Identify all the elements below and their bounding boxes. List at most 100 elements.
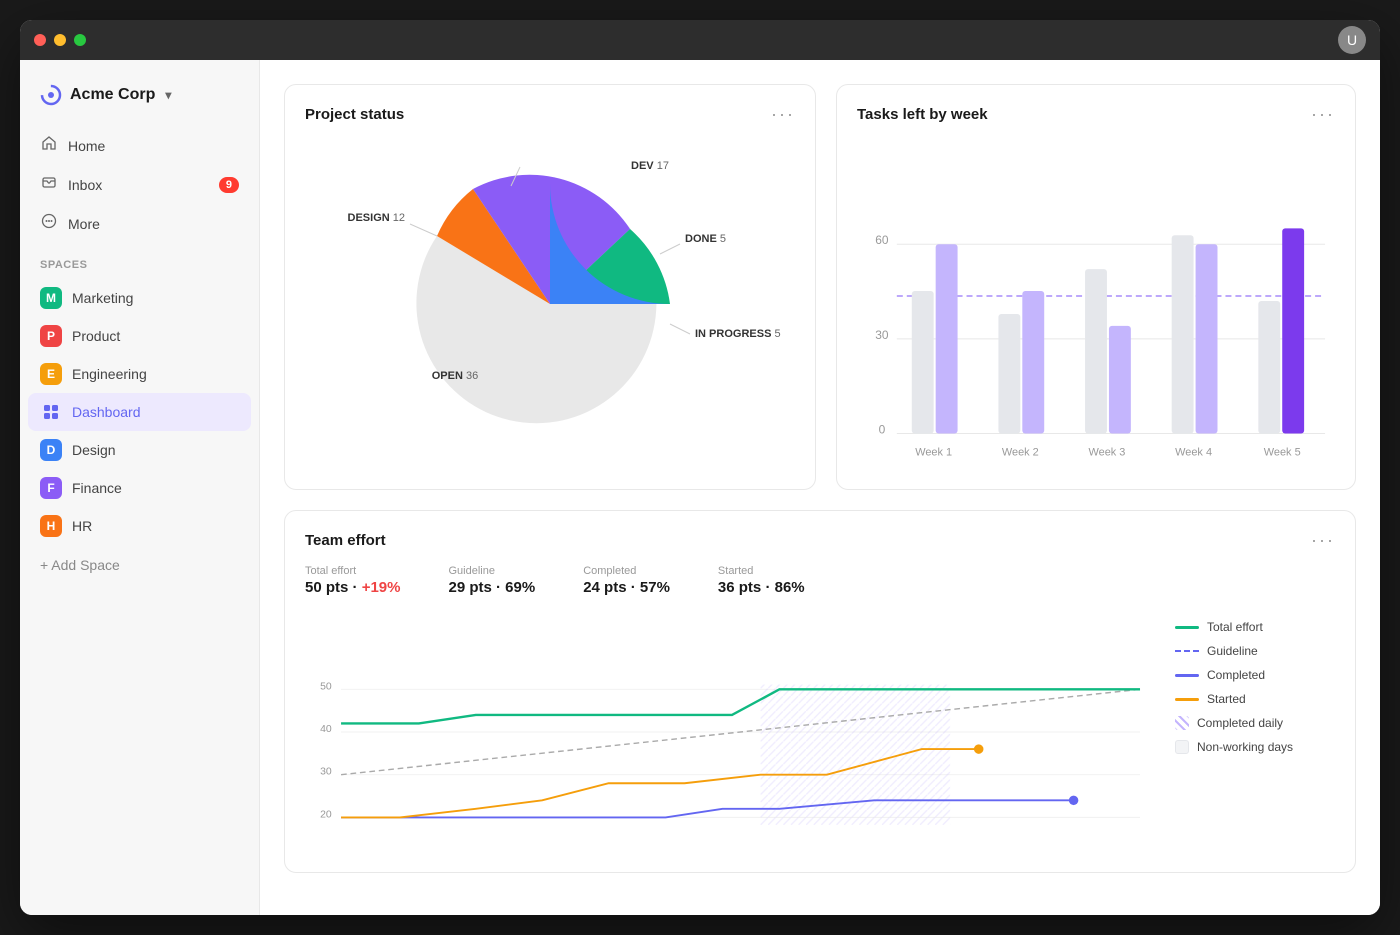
team-effort-more[interactable]: ···	[1311, 531, 1335, 549]
legend-total-effort: Total effort	[1175, 620, 1335, 634]
y-eff-30: 30	[320, 767, 332, 778]
dot-started	[974, 744, 983, 753]
space-label-dashboard: Dashboard	[72, 404, 141, 420]
bar-chart-container: 0 30 60	[857, 139, 1335, 469]
stat-label-guideline: Guideline	[448, 565, 535, 577]
bar-w5-light	[1258, 301, 1280, 433]
app-window: U Acme Corp ▾	[20, 20, 1380, 915]
y-eff-40: 40	[320, 724, 332, 735]
inbox-badge: 9	[219, 177, 239, 193]
bar-w5-dark	[1282, 228, 1304, 433]
add-space-label: + Add Space	[40, 557, 120, 573]
bar-w3-dark	[1109, 326, 1131, 434]
sidebar-item-more[interactable]: More	[28, 204, 251, 243]
stat-value-total: 50 pts · +19%	[305, 579, 400, 596]
y-label-60: 60	[875, 233, 889, 247]
legend-label-total: Total effort	[1207, 620, 1263, 634]
bar-chart: 0 30 60	[857, 139, 1335, 469]
legend-completed-daily: Completed daily	[1175, 716, 1335, 730]
space-label-marketing: Marketing	[72, 290, 133, 306]
stat-value-started: 36 pts · 86%	[718, 579, 805, 596]
tasks-by-week-header: Tasks left by week ···	[857, 105, 1335, 123]
project-status-card: Project status ···	[284, 84, 816, 490]
sidebar-item-home[interactable]: Home	[28, 126, 251, 165]
legend-line-started	[1175, 698, 1199, 701]
sidebar-item-product[interactable]: P Product	[28, 317, 251, 355]
titlebar: U	[20, 20, 1380, 60]
legend-guideline: Guideline	[1175, 644, 1335, 658]
legend-line-completed	[1175, 674, 1199, 677]
bar-w4-dark	[1196, 244, 1218, 433]
stat-positive: +19%	[362, 579, 401, 596]
pie-label-inprogress: IN PROGRESS 5	[695, 328, 781, 340]
legend-hatch-box	[1175, 716, 1189, 730]
stat-total-effort: Total effort 50 pts · +19%	[305, 565, 400, 596]
sidebar-item-hr[interactable]: H HR	[28, 507, 251, 545]
stat-label-total: Total effort	[305, 565, 400, 577]
stat-completed: Completed 24 pts · 57%	[583, 565, 670, 596]
legend-label-completed-daily: Completed daily	[1197, 716, 1283, 730]
pie-label-open: OPEN 36	[432, 370, 478, 382]
y-eff-50: 50	[320, 681, 332, 692]
legend-non-working: Non-working days	[1175, 740, 1335, 754]
line-completed	[341, 800, 1074, 817]
effort-chart: 20 30 40 50	[305, 612, 1159, 852]
sidebar-item-home-label: Home	[68, 138, 105, 154]
effort-legend: Total effort Guideline Completed St	[1175, 612, 1335, 852]
y-eff-20: 20	[320, 809, 332, 820]
legend-box-nonworking	[1175, 740, 1189, 754]
sidebar-item-more-label: More	[68, 216, 100, 232]
stat-label-started: Started	[718, 565, 805, 577]
inbox-icon	[40, 174, 58, 195]
x-label-w3: Week 3	[1089, 446, 1126, 458]
pie-label-done: DONE 5	[685, 233, 726, 245]
legend-label-started: Started	[1207, 692, 1246, 706]
pie-label-dev: DEV 17	[631, 160, 669, 172]
sidebar-item-dashboard[interactable]: Dashboard	[28, 393, 251, 431]
bar-w2-light	[998, 314, 1020, 434]
effort-stats: Total effort 50 pts · +19% Guideline 29 …	[305, 565, 1335, 596]
bar-w2-dark	[1022, 291, 1044, 433]
chevron-down-icon: ▾	[165, 88, 171, 102]
stat-started: Started 36 pts · 86%	[718, 565, 805, 596]
sidebar-item-design[interactable]: D Design	[28, 431, 251, 469]
bar-w3-light	[1085, 269, 1107, 433]
logo-area[interactable]: Acme Corp ▾	[20, 76, 259, 126]
minimize-button[interactable]	[54, 34, 66, 46]
tasks-by-week-more[interactable]: ···	[1311, 105, 1335, 123]
space-avatar-hr: H	[40, 515, 62, 537]
close-button[interactable]	[34, 34, 46, 46]
project-status-more[interactable]: ···	[771, 105, 795, 123]
x-label-w4: Week 4	[1175, 446, 1212, 458]
bar-w1-light	[912, 291, 934, 433]
space-label-product: Product	[72, 328, 120, 344]
space-label-finance: Finance	[72, 480, 122, 496]
legend-dash-guideline	[1175, 650, 1199, 652]
tasks-by-week-title: Tasks left by week	[857, 106, 988, 123]
pie-chart: DESIGN 12 DEV 17 DONE 5	[320, 149, 780, 459]
legend-label-non-working: Non-working days	[1197, 740, 1293, 754]
bar-w4-light	[1172, 235, 1194, 433]
sidebar-item-marketing[interactable]: M Marketing	[28, 279, 251, 317]
sidebar-item-inbox[interactable]: Inbox 9	[28, 165, 251, 204]
space-avatar-finance: F	[40, 477, 62, 499]
sidebar-nav: Home Inbox 9	[20, 126, 259, 243]
stat-label-completed: Completed	[583, 565, 670, 577]
space-label-engineering: Engineering	[72, 366, 147, 382]
more-icon	[40, 213, 58, 234]
legend-label-guideline: Guideline	[1207, 644, 1258, 658]
space-avatar-product: P	[40, 325, 62, 347]
app-body: Acme Corp ▾ Home	[20, 60, 1380, 915]
pie-chart-container: DESIGN 12 DEV 17 DONE 5	[305, 139, 795, 469]
main-content: Project status ···	[260, 60, 1380, 915]
sidebar-item-engineering[interactable]: E Engineering	[28, 355, 251, 393]
tasks-by-week-card: Tasks left by week ··· 0 30 60	[836, 84, 1356, 490]
team-effort-header: Team effort ···	[305, 531, 1335, 549]
home-icon	[40, 135, 58, 156]
add-space-button[interactable]: + Add Space	[20, 549, 259, 581]
space-avatar-design: D	[40, 439, 62, 461]
avatar[interactable]: U	[1338, 26, 1366, 54]
maximize-button[interactable]	[74, 34, 86, 46]
sidebar-item-finance[interactable]: F Finance	[28, 469, 251, 507]
dashboard-icon	[40, 401, 62, 423]
